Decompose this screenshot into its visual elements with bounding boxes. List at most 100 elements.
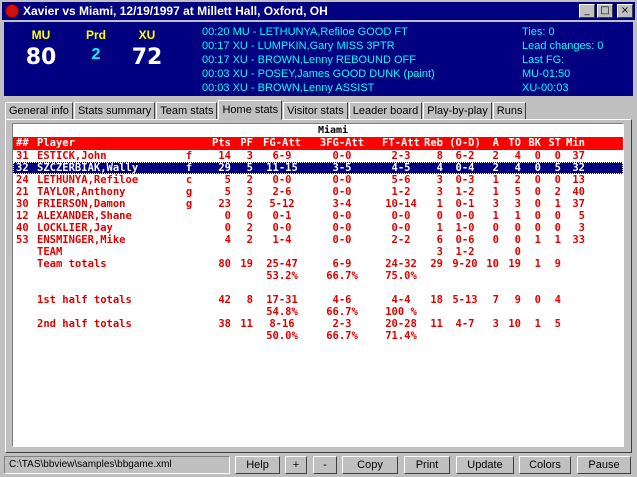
- update-button[interactable]: Update: [456, 456, 514, 474]
- tab-home-stats[interactable]: Home stats: [218, 100, 283, 120]
- cell-bk: 1: [534, 318, 541, 330]
- team-totals-pct-row: 53.2% 66.7% 75.0%: [13, 270, 623, 282]
- app-icon[interactable]: [5, 4, 19, 18]
- visitor-team-abbr: XU: [138, 28, 156, 42]
- minimize-button[interactable]: _: [579, 4, 595, 18]
- help-button[interactable]: Help: [235, 456, 280, 474]
- window-title: Xavier vs Miami, 12/19/1997 at Millett H…: [23, 4, 328, 18]
- cell-fg-pct: 50.0%: [266, 330, 298, 342]
- cell-fg: 8-16: [269, 318, 295, 330]
- cell-player-name: TEAM: [37, 246, 63, 258]
- cell-reb: 3: [436, 186, 443, 198]
- cell-to: 4: [514, 162, 521, 174]
- tab-visitor-stats[interactable]: Visitor stats: [283, 102, 348, 120]
- tab-general-info[interactable]: General info: [5, 102, 73, 120]
- cell-fg: 0-0: [272, 222, 292, 234]
- second-half-row[interactable]: 2nd half totals 38 11 8-16 2-3 20-28 11 …: [13, 318, 623, 330]
- cell-a: 0: [492, 234, 499, 246]
- table-row[interactable]: 30 FRIERSON,Damon g 23 2 5-12 3-4 10-14 1 0-1 3 3 0 1…: [13, 198, 623, 210]
- cell-fg: 1-4: [272, 234, 292, 246]
- cell-min: 37: [572, 150, 585, 162]
- cell-bk: 1: [534, 258, 541, 270]
- cell-pf: 2: [246, 222, 253, 234]
- zoom-out-button[interactable]: -: [313, 456, 337, 474]
- cell-bk: 0: [534, 222, 541, 234]
- cell-pts: 29: [218, 162, 231, 174]
- cell-pf: 11: [240, 318, 253, 330]
- period-value: 2: [91, 46, 101, 63]
- cell-fg: 0-0: [272, 174, 292, 186]
- cell-3fg-pct: 66.7%: [326, 330, 358, 342]
- cell-od: 6-2: [455, 150, 475, 162]
- cell-to: 0: [514, 234, 521, 246]
- print-button[interactable]: Print: [404, 456, 450, 474]
- cell-bk: 0: [534, 294, 541, 306]
- cell-a: 2: [492, 162, 499, 174]
- cell-pts: 5: [224, 174, 231, 186]
- cell-pts: 0: [224, 210, 231, 222]
- table-row[interactable]: 32 SZCZERBIAK,Wally f 29 5 11-15 3-5 4-5 4 0-4 2 4 0…: [13, 162, 623, 174]
- cell-pf: 3: [246, 186, 253, 198]
- cell-pos: f: [185, 162, 193, 174]
- home-score: 80: [25, 45, 57, 70]
- cell-ft-pct: 71.4%: [385, 330, 417, 342]
- period-label: Prd: [85, 28, 106, 42]
- cell-od: 0-4: [455, 162, 475, 174]
- table-row[interactable]: 40 LOCKLIER,Jay 0 2 0-0 0-0 0-0 1 1-0 0 0 0 0 3: [13, 222, 623, 234]
- header-a: A: [492, 137, 499, 149]
- cell-pos: g: [185, 186, 193, 198]
- cell-fg: 5-12: [269, 198, 295, 210]
- cell-od: 4-7: [455, 318, 475, 330]
- first-half-row[interactable]: 1st half totals 42 8 17-31 4-6 4-4 18 5-…: [13, 294, 623, 306]
- cell-od: 1-2: [455, 186, 475, 198]
- cell-3fg-pct: 66.7%: [326, 270, 358, 282]
- colors-button[interactable]: Colors: [519, 456, 571, 474]
- cell-min: 33: [572, 234, 585, 246]
- header-pts: Pts: [212, 137, 231, 149]
- cell-reb: 1: [436, 222, 443, 234]
- cell-num: 53: [16, 234, 29, 246]
- cell-3fg: 0-0: [332, 174, 352, 186]
- team-totals-row[interactable]: Team totals 80 19 25-47 6-9 24-32 29 9-2…: [13, 258, 623, 270]
- cell-pf: 2: [246, 174, 253, 186]
- stat-line: Ties: 0: [522, 26, 555, 38]
- table-row[interactable]: TEAM 3 1-2 0: [13, 246, 623, 258]
- header-fg: FG-Att: [263, 137, 301, 149]
- cell-to: 0: [514, 222, 521, 234]
- tab-stats-summary[interactable]: Stats summary: [73, 102, 156, 120]
- cell-pf: 19: [240, 258, 253, 270]
- cell-pts: 5: [224, 186, 231, 198]
- cell-reb: 4: [436, 162, 443, 174]
- maximize-button[interactable]: □: [597, 4, 613, 18]
- cell-3fg: 3-5: [332, 162, 352, 174]
- cell-reb: 3: [436, 174, 443, 186]
- cell-player-name: ESTICK,John: [37, 150, 107, 162]
- cell-st: 0: [554, 222, 561, 234]
- cell-st: 0: [554, 174, 561, 186]
- table-row[interactable]: 53 ENSMINGER,Mike 4 2 1-4 0-0 2-2 6 0-6 0 0 1 1 33: [13, 234, 623, 246]
- second-half-pct-row: 50.0% 66.7% 71.4%: [13, 330, 623, 342]
- cell-pts: 23: [218, 198, 231, 210]
- table-row[interactable]: 21 TAYLOR,Anthony g 5 3 2-6 0-0 1-2 3 1-2 1 5 0 2 40: [13, 186, 623, 198]
- play-line: 00:17 XU - LUMPKIN,Gary MISS 3PTR: [202, 40, 395, 52]
- table-row[interactable]: 31 ESTICK,John f 14 3 6-9 0-0 2-3 8 6-2 2 4 0 0 37: [13, 150, 623, 162]
- tab-play-by-play[interactable]: Play-by-play: [423, 102, 492, 120]
- pause-button[interactable]: Pause: [577, 456, 631, 474]
- cell-fg: 11-15: [266, 162, 298, 174]
- tab-team-stats[interactable]: Team stats: [156, 102, 218, 120]
- zoom-in-button[interactable]: +: [285, 456, 307, 474]
- close-button[interactable]: ×: [617, 4, 633, 18]
- header-player: Player: [37, 137, 75, 149]
- tab-leader-board[interactable]: Leader board: [348, 102, 423, 120]
- period-block: Prd 2: [76, 28, 116, 64]
- cell-st: 0: [554, 210, 561, 222]
- box-score[interactable]: Miami ## Player Pts PF FG-Att 3FG-Att FT…: [12, 123, 624, 447]
- cell-st: 1: [554, 198, 561, 210]
- cell-od: 5-13: [452, 294, 478, 306]
- cell-a: 10: [486, 258, 499, 270]
- tab-runs[interactable]: Runs: [492, 102, 527, 120]
- copy-button[interactable]: Copy: [342, 456, 398, 474]
- cell-to: 10: [508, 318, 521, 330]
- table-row[interactable]: 24 LETHUNYA,Refiloe c 5 2 0-0 0-0 5-6 3 0-3 1 2 0 0 13: [13, 174, 623, 186]
- table-row[interactable]: 12 ALEXANDER,Shane 0 0 0-1 0-0 0-0 0 0-0 1 1 0 0 5: [13, 210, 623, 222]
